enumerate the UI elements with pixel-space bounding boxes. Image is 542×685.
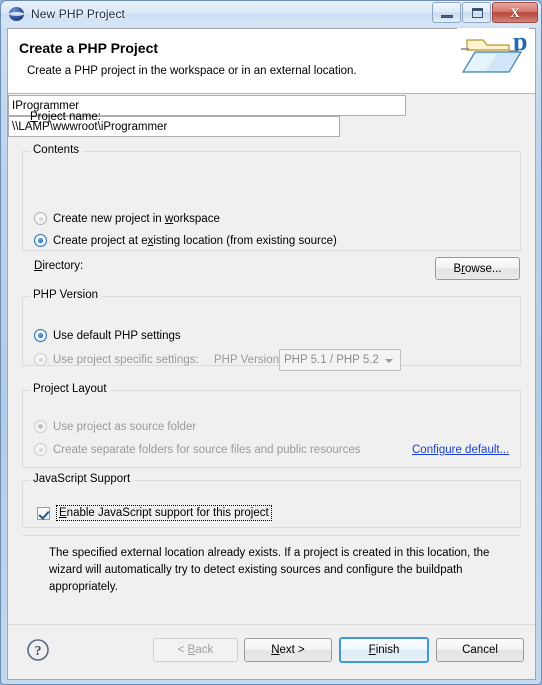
radio-label: Use default PHP settings	[53, 329, 181, 342]
radio-label: Use project as source folder	[53, 420, 197, 433]
checkbox-indicator	[37, 506, 50, 520]
project-layout-group-label: Project Layout	[30, 383, 111, 395]
finish-button[interactable]: Finish	[339, 637, 429, 663]
php-version-group-label: PHP Version	[30, 289, 102, 301]
radio-indicator	[34, 443, 47, 456]
cancel-button-label: Cancel	[462, 644, 498, 656]
title-bar: New PHP Project X	[1, 1, 541, 27]
dialog-window: New PHP Project X Create a PHP Project C…	[0, 0, 542, 685]
back-button[interactable]: < Back	[153, 638, 238, 662]
configure-default-link[interactable]: Configure default...	[412, 444, 509, 456]
php-version-combo[interactable]: PHP 5.1 / PHP 5.2	[279, 349, 401, 371]
window-title: New PHP Project	[31, 7, 125, 21]
finish-button-label: Finish	[368, 644, 400, 656]
contents-group-label: Contents	[30, 144, 84, 156]
radio-create-at-existing-location[interactable]: Create project at existing location (fro…	[34, 234, 337, 247]
project-name-label: Project name:	[30, 111, 101, 123]
minimize-button[interactable]	[432, 2, 461, 23]
javascript-support-group-label: JavaScript Support	[30, 473, 135, 485]
wizard-body: Project name: Contents Create new projec…	[8, 95, 535, 623]
page-subtitle: Create a PHP project in the workspace or…	[27, 65, 357, 77]
radio-use-default-php-settings[interactable]: Use default PHP settings	[34, 329, 181, 342]
radio-create-new-in-workspace[interactable]: Create new project in workspace	[34, 212, 220, 225]
window-controls: X	[431, 2, 538, 23]
close-icon: X	[510, 4, 520, 20]
radio-use-project-as-source-folder[interactable]: Use project as source folder	[34, 420, 196, 433]
browse-button[interactable]: Browse...	[435, 257, 520, 280]
help-question-icon[interactable]: ?	[26, 638, 50, 662]
browse-button-label: Browse...	[453, 262, 502, 275]
page-title: Create a PHP Project	[19, 40, 159, 56]
dialog-footer: ? < Back Next > Finish Cancel	[8, 624, 535, 679]
checkbox-enable-javascript-support[interactable]: Enable JavaScript support for this proje…	[37, 505, 272, 521]
next-button[interactable]: Next >	[244, 638, 332, 662]
maximize-button[interactable]	[462, 2, 491, 23]
radio-indicator	[34, 420, 47, 433]
radio-label: Create separate folders for source files…	[53, 443, 361, 456]
project-name-row: Project name:	[30, 111, 101, 123]
radio-indicator	[34, 212, 47, 225]
php-globe-icon	[9, 6, 25, 22]
svg-text:?: ?	[35, 644, 42, 659]
radio-indicator	[34, 353, 47, 366]
directory-row: Directory:	[34, 260, 83, 272]
radio-label: Create project at existing location (fro…	[53, 234, 337, 247]
next-button-label: Next >	[271, 644, 305, 656]
radio-use-project-specific-settings[interactable]: Use project specific settings:	[34, 353, 199, 366]
description-separator	[22, 535, 521, 536]
php-version-combo-label: PHP Version:	[214, 354, 283, 366]
chevron-down-icon	[385, 359, 393, 363]
radio-label: Use project specific settings:	[53, 353, 199, 366]
back-button-label: < Back	[177, 644, 214, 656]
radio-indicator	[34, 234, 47, 247]
radio-create-separate-folders[interactable]: Create separate folders for source files…	[34, 443, 360, 456]
radio-indicator	[34, 329, 47, 342]
dialog-client: Create a PHP Project Create a PHP projec…	[7, 27, 536, 680]
description-text: The specified external location already …	[49, 547, 490, 593]
wizard-header: Create a PHP Project Create a PHP projec…	[8, 27, 535, 94]
cancel-button[interactable]: Cancel	[436, 638, 524, 662]
checkbox-label: Enable JavaScript support for this proje…	[56, 505, 272, 521]
radio-label: Create new project in workspace	[53, 212, 220, 225]
php-folder-icon: p	[457, 27, 529, 92]
directory-label: Directory:	[34, 260, 84, 272]
close-button[interactable]: X	[492, 2, 538, 23]
php-version-combo-value: PHP 5.1 / PHP 5.2	[284, 354, 379, 366]
